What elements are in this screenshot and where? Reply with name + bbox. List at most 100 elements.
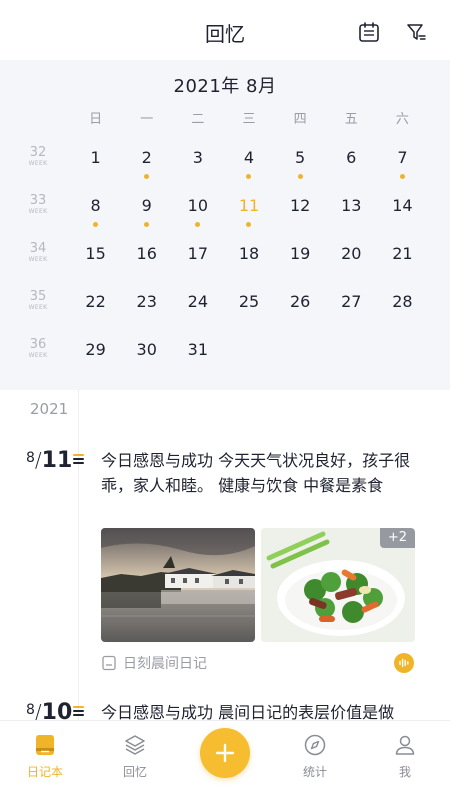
layers-icon (125, 735, 145, 755)
calendar-day[interactable]: 10 (172, 188, 223, 236)
calendar-day[interactable]: 22 (70, 284, 121, 332)
tab-stats[interactable]: 统计 (285, 731, 345, 780)
week-number: 33 WEEK (28, 193, 48, 216)
calendar-day[interactable]: 29 (70, 332, 121, 380)
calendar-day[interactable]: 17 (172, 236, 223, 284)
calendar-day-today[interactable]: 11 (223, 188, 274, 236)
calendar-day[interactable]: 7 (377, 140, 428, 188)
entry-dot (144, 222, 150, 227)
timeline-marker-icon (73, 454, 84, 466)
calendar-week-row: 36 WEEK 29 30 31 (0, 332, 450, 380)
add-entry-button[interactable] (200, 728, 250, 778)
tab-diary[interactable]: 日记本 (15, 731, 75, 780)
weekday-label: 二 (191, 112, 205, 127)
tab-me[interactable]: 我 (375, 731, 435, 780)
journal-book-icon (102, 655, 116, 671)
calendar-day[interactable]: 4 (223, 140, 274, 188)
entry-text: 今日感恩与成功 今天天气状况良好，孩子很乖，家人和睦。 健康与饮食 中餐是素食 (101, 451, 411, 495)
calendar-icon (359, 22, 379, 42)
calendar-day[interactable]: 27 (326, 284, 377, 332)
calendar-day[interactable]: 8 (70, 188, 121, 236)
calendar-day[interactable]: 23 (121, 284, 172, 332)
calendar-day[interactable]: 13 (326, 188, 377, 236)
weekday-header: 日 一 二 三 四 五 六 (70, 108, 428, 128)
week-number: 34 WEEK (28, 241, 48, 264)
compass-icon (304, 734, 326, 756)
weekday-label: 五 (344, 112, 358, 127)
calendar-day[interactable]: 31 (172, 332, 223, 380)
timeline-line (78, 390, 79, 720)
user-icon (395, 735, 415, 755)
bottom-tab-bar: 日记本 回忆 统计 我 (0, 720, 450, 800)
weekday-label: 六 (395, 112, 409, 127)
month-calendar: 2021年 8月 日 一 二 三 四 五 六 32 WEEK 1 2 3 4 5 … (0, 60, 450, 390)
calendar-day[interactable]: 21 (377, 236, 428, 284)
entry-dot (93, 222, 99, 227)
entry-photo[interactable] (101, 528, 255, 642)
audio-wave-icon (399, 658, 409, 668)
tab-label: 日记本 (26, 765, 63, 779)
tab-label: 我 (398, 765, 411, 779)
river-town-photo (101, 528, 255, 642)
year-label: 2021 (30, 400, 69, 418)
plus-icon (215, 743, 235, 763)
calendar-day-empty (275, 332, 326, 380)
weekday-label: 一 (140, 112, 154, 127)
calendar-day[interactable]: 14 (377, 188, 428, 236)
calendar-day[interactable]: 18 (223, 236, 274, 284)
entry-dot (246, 222, 252, 227)
calendar-day[interactable]: 6 (326, 140, 377, 188)
entry-dot (195, 222, 201, 227)
entry-dot (399, 174, 405, 179)
page-title: 回忆 (205, 22, 245, 46)
calendar-day[interactable]: 9 (121, 188, 172, 236)
weekday-label: 三 (242, 112, 256, 127)
calendar-week-row: 34 WEEK 15 16 17 18 19 20 21 (0, 236, 450, 284)
diary-type-label: 日刻晨间日记 (123, 656, 207, 672)
header: 回忆 (0, 0, 450, 60)
calendar-day[interactable]: 28 (377, 284, 428, 332)
tab-memories[interactable]: 回忆 (105, 731, 165, 780)
week-number: 35 WEEK (28, 289, 48, 312)
weekday-label: 日 (89, 112, 103, 127)
calendar-day[interactable]: 3 (172, 140, 223, 188)
calendar-day[interactable]: 24 (172, 284, 223, 332)
entry-date: 8/11 (26, 448, 73, 473)
entry-dot (144, 174, 150, 179)
calendar-week-row: 32 WEEK 1 2 3 4 5 6 7 (0, 140, 450, 188)
calendar-day[interactable]: 15 (70, 236, 121, 284)
journal-list[interactable]: 2021 8/11 今日感恩与成功 今天天气状况良好，孩子很乖，家人和睦。 健康… (0, 390, 450, 725)
entry-dot (246, 174, 252, 179)
entry-diary-type[interactable]: 日刻晨间日记 (101, 653, 207, 673)
calendar-day[interactable]: 1 (70, 140, 121, 188)
calendar-day-empty (223, 332, 274, 380)
calendar-day[interactable]: 19 (275, 236, 326, 284)
more-photos-badge[interactable]: +2 (379, 528, 415, 548)
calendar-day-empty (326, 332, 377, 380)
tab-label: 回忆 (122, 765, 147, 779)
weekday-label: 四 (293, 112, 307, 127)
calendar-week-row: 33 WEEK 8 9 10 11 12 13 14 (0, 188, 450, 236)
calendar-day[interactable]: 2 (121, 140, 172, 188)
calendar-day-empty (377, 332, 428, 380)
filter-button[interactable] (404, 20, 428, 44)
entry-photos: +2 (101, 528, 415, 642)
calendar-button[interactable] (357, 20, 381, 44)
filter-icon (407, 24, 426, 40)
entry-photo[interactable]: +2 (261, 528, 415, 642)
app: 回忆 2021年 8月 日 一 二 三 四 五 六 32 WEEK 1 2 3 … (0, 0, 450, 800)
entry-dot (297, 174, 303, 179)
calendar-day[interactable]: 26 (275, 284, 326, 332)
diary-icon (36, 735, 54, 755)
month-title[interactable]: 2021年 8月 (0, 72, 450, 98)
week-number: 32 WEEK (28, 145, 48, 168)
calendar-day[interactable]: 5 (275, 140, 326, 188)
calendar-day[interactable]: 16 (121, 236, 172, 284)
calendar-day[interactable]: 25 (223, 284, 274, 332)
calendar-day[interactable]: 12 (275, 188, 326, 236)
calendar-day[interactable]: 30 (121, 332, 172, 380)
calendar-day[interactable]: 20 (326, 236, 377, 284)
tab-label: 统计 (302, 765, 327, 779)
timeline-marker-icon (73, 706, 84, 718)
audio-button[interactable] (394, 653, 414, 673)
